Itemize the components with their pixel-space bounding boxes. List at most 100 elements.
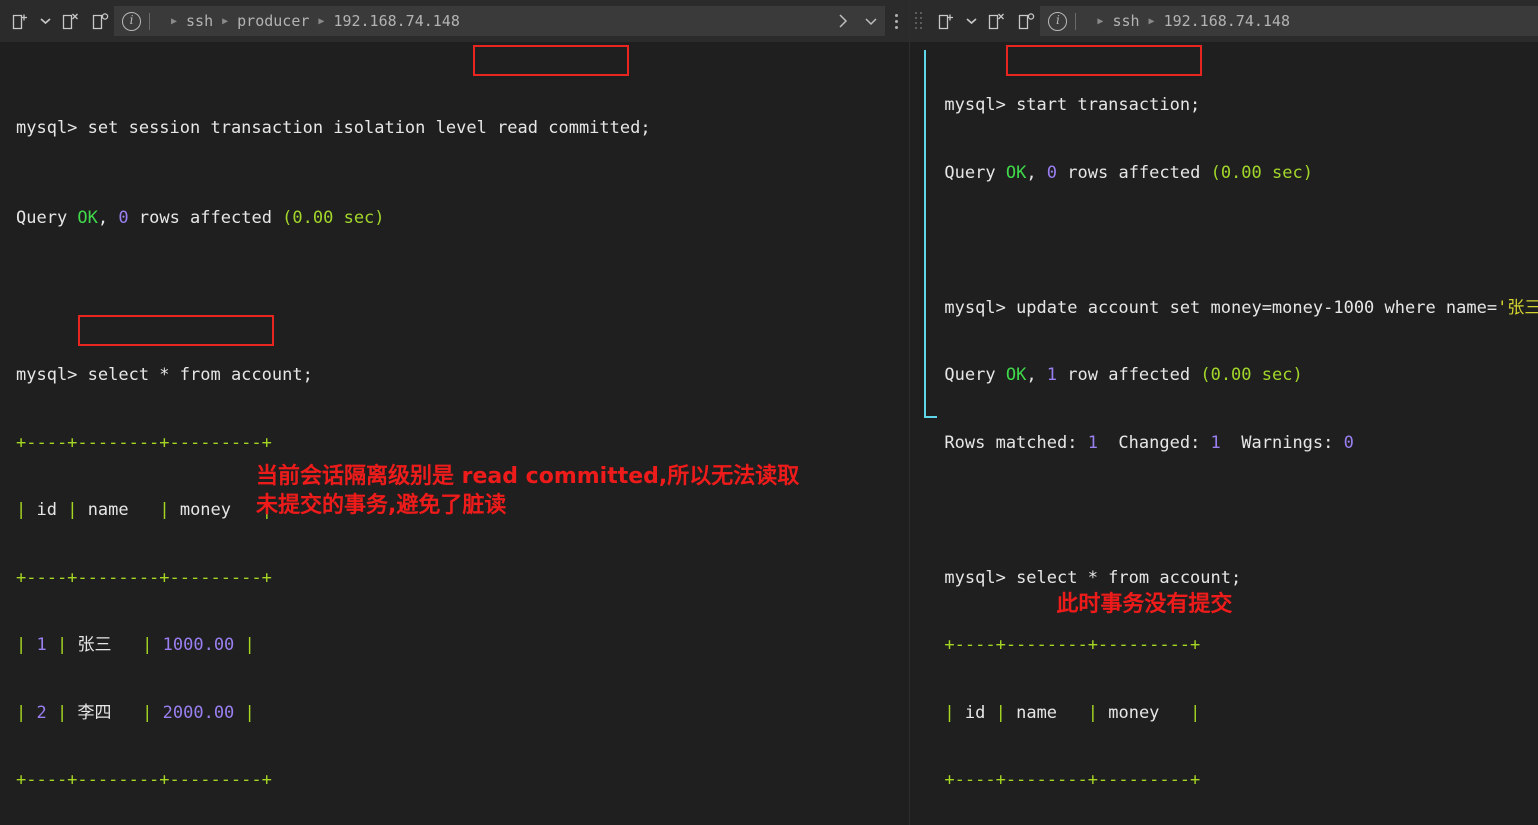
shell-prompt: mysql> <box>944 567 1017 588</box>
warnings-num: 0 <box>1343 432 1354 453</box>
status-mid: , <box>97 207 119 228</box>
table-rule: +----+--------+---------+ <box>16 567 272 588</box>
terminal-window: i ▶ ssh ▶ producer ▶ 192.168.74.148 mysq… <box>0 0 1538 825</box>
command-text: select * from account; <box>87 365 313 385</box>
status-num: 0 <box>118 207 129 228</box>
breadcrumb-host[interactable]: 192.168.74.148 <box>333 12 459 30</box>
matched-num: 1 <box>1087 432 1098 453</box>
left-toolbar-right <box>885 6 909 36</box>
right-terminal-output[interactable]: mysql> start transaction; Query OK, 0 ro… <box>910 42 1538 825</box>
breadcrumb-ssh[interactable]: ssh <box>186 12 213 30</box>
cell-id: 2 <box>36 702 47 723</box>
status-ok: OK <box>1005 365 1027 385</box>
chevron-right-icon[interactable] <box>829 6 857 36</box>
terminal-line: mysql> update account set money=money-10… <box>944 297 1538 320</box>
shell-prompt: mysql> <box>944 95 1017 115</box>
command-text: update account set money=money-1000 wher… <box>1016 297 1498 318</box>
right-path-bar[interactable]: i ▶ ssh ▶ 192.168.74.148 <box>1040 6 1538 36</box>
shell-prompt: mysql> <box>16 365 88 385</box>
terminal-line: mysql> select * from account; <box>16 364 909 387</box>
table-rule: +----+--------+---------+ <box>944 770 1201 790</box>
terminal-line: mysql> select * from account; <box>944 567 1538 590</box>
new-tab-icon[interactable] <box>932 6 960 36</box>
toolbar-divider <box>1075 12 1077 30</box>
changed-label: Changed: <box>1097 432 1211 453</box>
terminal-line: mysql> set session transaction isolation… <box>16 117 909 140</box>
breadcrumb-arrow-icon: ▶ <box>318 15 325 27</box>
left-terminal-output[interactable]: mysql> set session transaction isolation… <box>0 42 910 825</box>
terminal-line: Query OK, 1 row affected (0.00 sec) <box>944 364 1538 387</box>
terminal-line: mysql> start transaction; <box>944 94 1538 117</box>
status-pre: Query <box>944 162 1006 183</box>
annotation-left: 当前会话隔离级别是 read committed,所以无法读取 未提交的事务,避… <box>256 464 800 518</box>
breadcrumb-producer[interactable]: producer <box>237 12 309 30</box>
command-text: select * from account; <box>1016 567 1242 588</box>
terminal-line: Query OK, 0 rows affected (0.00 sec) <box>944 162 1538 185</box>
rows-matched-line: Rows matched: 1 Changed: 1 Warnings: 0 <box>944 432 1538 455</box>
boxed-command-text: read committed; <box>497 117 651 138</box>
status-pre: Query <box>16 207 78 228</box>
new-tab-icon[interactable] <box>6 6 34 36</box>
status-post: rows affected <box>1057 162 1211 183</box>
status-pre: Query <box>944 365 1006 385</box>
status-post: row affected <box>1057 365 1201 385</box>
status-time: (0.00 sec) <box>1200 365 1303 385</box>
shell-prompt: mysql> <box>944 297 1017 318</box>
command-quoted-value: '张三' <box>1497 297 1538 318</box>
status-mid: , <box>1026 365 1047 385</box>
status-post: rows affected <box>128 207 283 228</box>
grip-handle-icon[interactable] <box>914 8 924 34</box>
status-time: (0.00 sec) <box>282 207 385 228</box>
status-mid: , <box>1026 162 1047 183</box>
table-rule: +----+--------+---------+ <box>16 432 272 453</box>
right-toolbar-icons <box>926 6 1040 36</box>
table-row: | 1 | 张三 | 1000.00 | <box>16 635 255 655</box>
terminal-line: Query OK, 0 rows affected (0.00 sec) <box>16 207 909 230</box>
left-terminal-pane: i ▶ ssh ▶ producer ▶ 192.168.74.148 mysq… <box>0 0 910 825</box>
info-icon[interactable]: i <box>1048 11 1068 31</box>
status-num: 1 <box>1046 365 1058 385</box>
breadcrumb-arrow-icon: ▶ <box>1148 15 1155 27</box>
warnings-label: Warnings: <box>1220 432 1344 453</box>
close-tab-icon[interactable] <box>982 6 1010 36</box>
command-text: set session transaction isolation level <box>87 117 498 138</box>
breadcrumb-arrow-icon: ▶ <box>222 15 229 27</box>
duplicate-tab-icon[interactable] <box>1012 6 1040 36</box>
right-toolbar: i ▶ ssh ▶ 192.168.74.148 <box>910 0 1538 42</box>
breadcrumb-host[interactable]: 192.168.74.148 <box>1164 12 1290 30</box>
table-header: | id | name | money | <box>944 702 1201 723</box>
chevron-down-icon[interactable] <box>962 6 980 36</box>
cell-money: 2000.00 <box>162 702 235 723</box>
toolbar-divider <box>149 12 150 30</box>
left-path-bar[interactable]: i ▶ ssh ▶ producer ▶ 192.168.74.148 <box>114 6 886 36</box>
block-indicator-foot <box>924 416 938 418</box>
chevron-down-icon[interactable] <box>857 6 885 36</box>
cell-id: 1 <box>36 635 47 655</box>
breadcrumb-arrow-icon: ▶ <box>1097 15 1104 27</box>
cell-money: 1000.00 <box>162 635 235 655</box>
right-terminal-pane: i ▶ ssh ▶ 192.168.74.148 mysql> start tr… <box>909 0 1538 825</box>
close-tab-icon[interactable] <box>56 6 84 36</box>
cell-name: 张三 <box>77 635 112 655</box>
changed-num: 1 <box>1210 432 1221 453</box>
left-toolbar: i ▶ ssh ▶ producer ▶ 192.168.74.148 <box>0 0 910 42</box>
status-ok: OK <box>77 207 98 228</box>
info-icon[interactable]: i <box>122 11 141 31</box>
table-row: | 2 | 李四 | 2000.00 | <box>16 702 255 723</box>
status-time: (0.00 sec) <box>1210 162 1313 183</box>
boxed-command-text: start transaction; <box>1016 95 1201 115</box>
breadcrumb-ssh[interactable]: ssh <box>1112 12 1139 30</box>
breadcrumb-arrow-icon: ▶ <box>171 15 178 27</box>
kebab-menu-icon[interactable] <box>885 6 907 36</box>
status-ok: OK <box>1005 162 1027 183</box>
chevron-down-icon[interactable] <box>36 6 54 36</box>
duplicate-tab-icon[interactable] <box>86 6 114 36</box>
left-toolbar-icons <box>0 6 114 36</box>
matched-label: Rows matched: <box>944 432 1088 453</box>
table-rule: +----+--------+---------+ <box>944 635 1201 655</box>
table-rule: +----+--------+---------+ <box>16 770 272 790</box>
annotation-right: 此时事务没有提交 <box>1056 592 1233 617</box>
